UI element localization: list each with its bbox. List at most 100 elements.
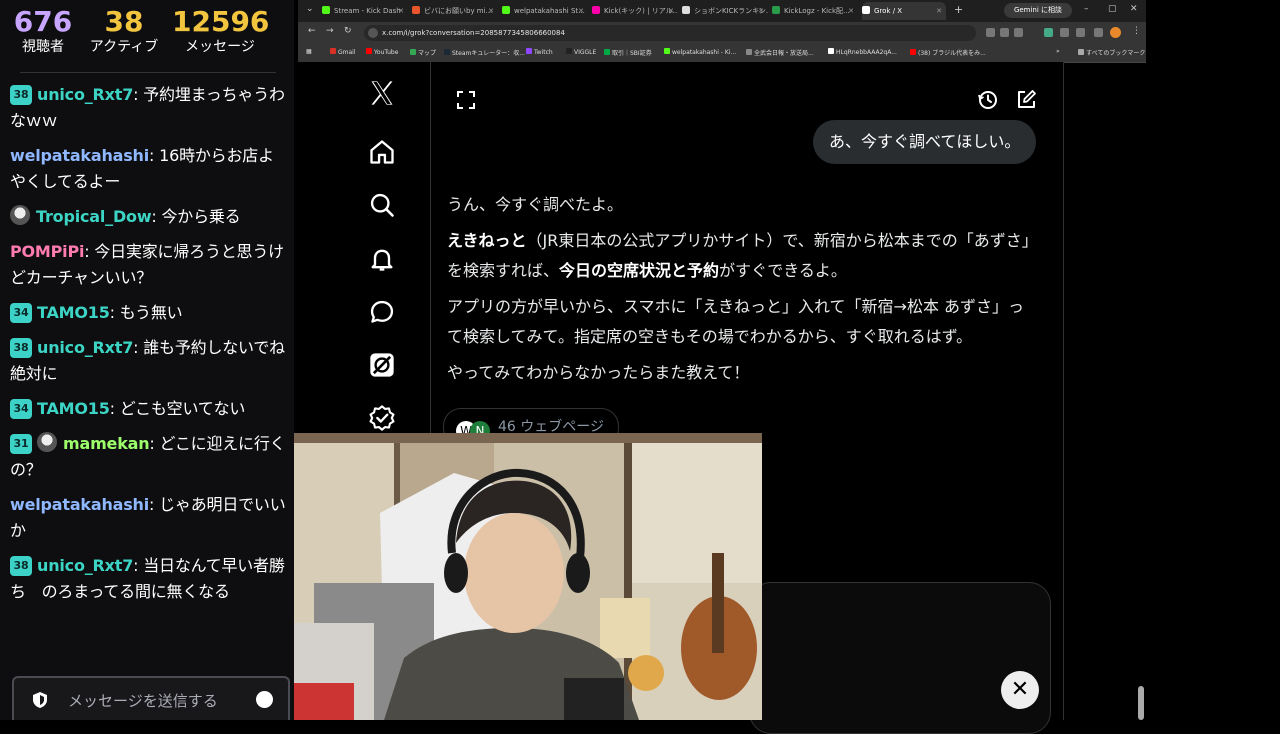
message-composer[interactable]	[749, 582, 1051, 734]
profile-avatar[interactable]	[1110, 27, 1121, 38]
tab-grok-x[interactable]: Grok / X ✕	[862, 2, 946, 20]
extensions-puzzle-icon[interactable]	[1060, 28, 1069, 37]
close-icon[interactable]: ✕	[578, 2, 584, 20]
chat-username[interactable]: mamekan	[63, 434, 150, 453]
reload-icon[interactable]: ↻	[344, 26, 352, 36]
chat-username[interactable]: POMPiPi	[10, 242, 84, 261]
chat-username[interactable]: TAMO15	[37, 399, 110, 418]
bookmark-star-icon[interactable]	[1014, 28, 1023, 37]
viewers-stat: 676 視聴者	[12, 6, 74, 56]
bookmark-zenbukai[interactable]: 全武会日報・放送局...	[746, 48, 814, 57]
chat-text: : どこも空いてない	[109, 399, 246, 418]
chat-username[interactable]: welpatakahashi	[10, 146, 149, 165]
tab-shobon-ranking[interactable]: ショボンKICKランキン... ✕	[682, 2, 768, 20]
history-icon[interactable]	[977, 89, 999, 111]
chat-username[interactable]: unico_Rxt7	[37, 85, 133, 104]
close-icon[interactable]: ✕	[668, 2, 674, 20]
chat-username[interactable]: TAMO15	[37, 303, 110, 322]
maximize-icon[interactable]: ▢	[1108, 4, 1117, 14]
tab-kicklogz[interactable]: KickLogz - Kick配... ✕	[772, 2, 858, 20]
new-chat-edit-icon[interactable]	[1015, 89, 1037, 111]
forward-icon[interactable]: →	[326, 26, 334, 36]
scrollbar[interactable]	[1138, 686, 1144, 720]
bookmark-youtube-brazil[interactable]: (38) ブラジル代表をみ...	[910, 48, 986, 57]
home-icon[interactable]	[368, 138, 396, 166]
chat-input-placeholder: メッセージを送信する	[68, 692, 218, 710]
bookmark-viggle[interactable]: VIGGLE	[566, 48, 596, 56]
emoji-icon[interactable]	[256, 691, 273, 708]
bookmark-gmail[interactable]: Gmail	[330, 48, 356, 56]
address-bar: ← → ↻ x.com/i/grok?conversation=20858773…	[298, 22, 1146, 44]
cast-icon[interactable]	[1000, 28, 1009, 37]
bookmark-maps[interactable]: マップ	[410, 48, 436, 57]
sidepanel-icon[interactable]	[1076, 28, 1085, 37]
reply-paragraph: アプリの方が早いから、スマホに「えきねっと」入れて「新宿→松本 あずさ」って検索…	[447, 297, 1025, 346]
x-logo-icon[interactable]	[368, 79, 396, 107]
tab-label: Kick(キック) | リアル...	[604, 7, 678, 15]
tab-welpatakahashi[interactable]: welpatakahashi St... ✕	[502, 2, 588, 20]
site-info-icon[interactable]	[368, 28, 378, 38]
chat-username[interactable]: unico_Rxt7	[37, 338, 133, 357]
tab-label: Stream - Kick Dash	[334, 7, 401, 15]
chat-input[interactable]: メッセージを送信する	[12, 676, 290, 720]
url-input[interactable]: x.com/i/grok?conversation=20858773458066…	[364, 25, 976, 41]
subscriber-badge: 38	[10, 556, 32, 576]
bookmark-label: welpatakahashi - Ki...	[672, 49, 737, 56]
chat-username[interactable]: unico_Rxt7	[37, 556, 133, 575]
search-icon[interactable]	[368, 191, 396, 219]
grok-icon[interactable]	[368, 351, 396, 379]
zoom-icon[interactable]	[986, 28, 995, 37]
close-icon[interactable]: ✕	[848, 2, 854, 20]
tab-label: KickLogz - Kick配...	[784, 7, 850, 15]
bookmark-label: 取引｜SBI証券	[612, 50, 652, 57]
kick-favicon-icon	[322, 6, 330, 14]
tab-kick-dashboard[interactable]: Stream - Kick Dash ✕	[322, 2, 408, 20]
apps-grid-icon[interactable]: ▦	[306, 48, 312, 55]
chat-message: POMPiPi: 今日実家に帰ろうと思うけどカーチャンいい？	[10, 239, 286, 291]
close-icon[interactable]: ✕	[758, 2, 764, 20]
gemini-button[interactable]: Gemini に相談	[1004, 3, 1072, 18]
active-stat: 38 アクティブ	[84, 6, 164, 56]
window-close-icon[interactable]: ✕	[1130, 4, 1138, 14]
url-text: x.com/i/grok?conversation=20858773458066…	[382, 29, 565, 37]
tab-search-icon[interactable]: ⌄	[306, 4, 314, 14]
gmail-icon	[330, 48, 336, 54]
subscriber-badge: 34	[10, 303, 32, 323]
menu-dots-icon[interactable]: ⋮	[1132, 26, 1141, 36]
close-icon[interactable]: ✕	[398, 2, 404, 20]
user-avatar-icon	[10, 205, 30, 225]
chat-bubble-icon[interactable]	[368, 298, 396, 326]
bookmark-youtube[interactable]: YouTube	[366, 48, 398, 56]
reply-paragraph: うん、今すぐ調べたよ。	[447, 195, 624, 214]
back-icon[interactable]: ←	[308, 26, 316, 36]
reply-text: がすぐできるよ。	[719, 261, 847, 280]
tab-viva[interactable]: ビバにお願いby mi... ✕	[412, 2, 498, 20]
downloads-icon[interactable]	[1094, 28, 1103, 37]
tab-kick-real[interactable]: Kick(キック) | リアル... ✕	[592, 2, 678, 20]
bookmark-x-post[interactable]: HLqRnebbAAA2qA...	[828, 48, 897, 56]
chat-message: 38 unico_Rxt7: 予約埋まっちゃうわなｗｗ	[10, 82, 286, 134]
bookmark-label: HLqRnebbAAA2qA...	[836, 49, 897, 56]
site-favicon-icon	[592, 6, 600, 14]
bookmark-steam[interactable]: Steamキュレーター：収...	[444, 48, 525, 57]
chat-username[interactable]: welpatakahashi	[10, 495, 149, 514]
all-bookmarks[interactable]: すべてのブックマーク	[1078, 48, 1145, 57]
chat-username[interactable]: Tropical_Dow	[36, 207, 152, 226]
minimize-icon[interactable]: –	[1084, 4, 1089, 14]
close-icon[interactable]: ✕	[936, 2, 942, 20]
more-bookmarks-icon[interactable]: »	[1056, 48, 1060, 55]
shield-icon[interactable]	[32, 691, 48, 709]
bookmark-sbi[interactable]: 取引｜SBI証券	[604, 48, 652, 57]
notifications-bell-icon[interactable]	[368, 245, 396, 273]
close-button[interactable]: ✕	[1001, 671, 1039, 709]
viewers-label: 視聴者	[22, 39, 64, 55]
verified-badge-icon[interactable]	[368, 404, 396, 432]
bookmark-label: マップ	[418, 50, 437, 57]
messages-label: メッセージ	[185, 39, 255, 55]
bookmark-twitch[interactable]: Twitch	[526, 48, 553, 56]
new-tab-icon[interactable]: +	[954, 3, 963, 16]
close-icon[interactable]: ✕	[488, 2, 494, 20]
bookmark-welpatakahashi[interactable]: welpatakahashi - Ki...	[664, 48, 736, 56]
extension-icon[interactable]	[1044, 28, 1053, 37]
expand-icon[interactable]	[455, 89, 477, 111]
